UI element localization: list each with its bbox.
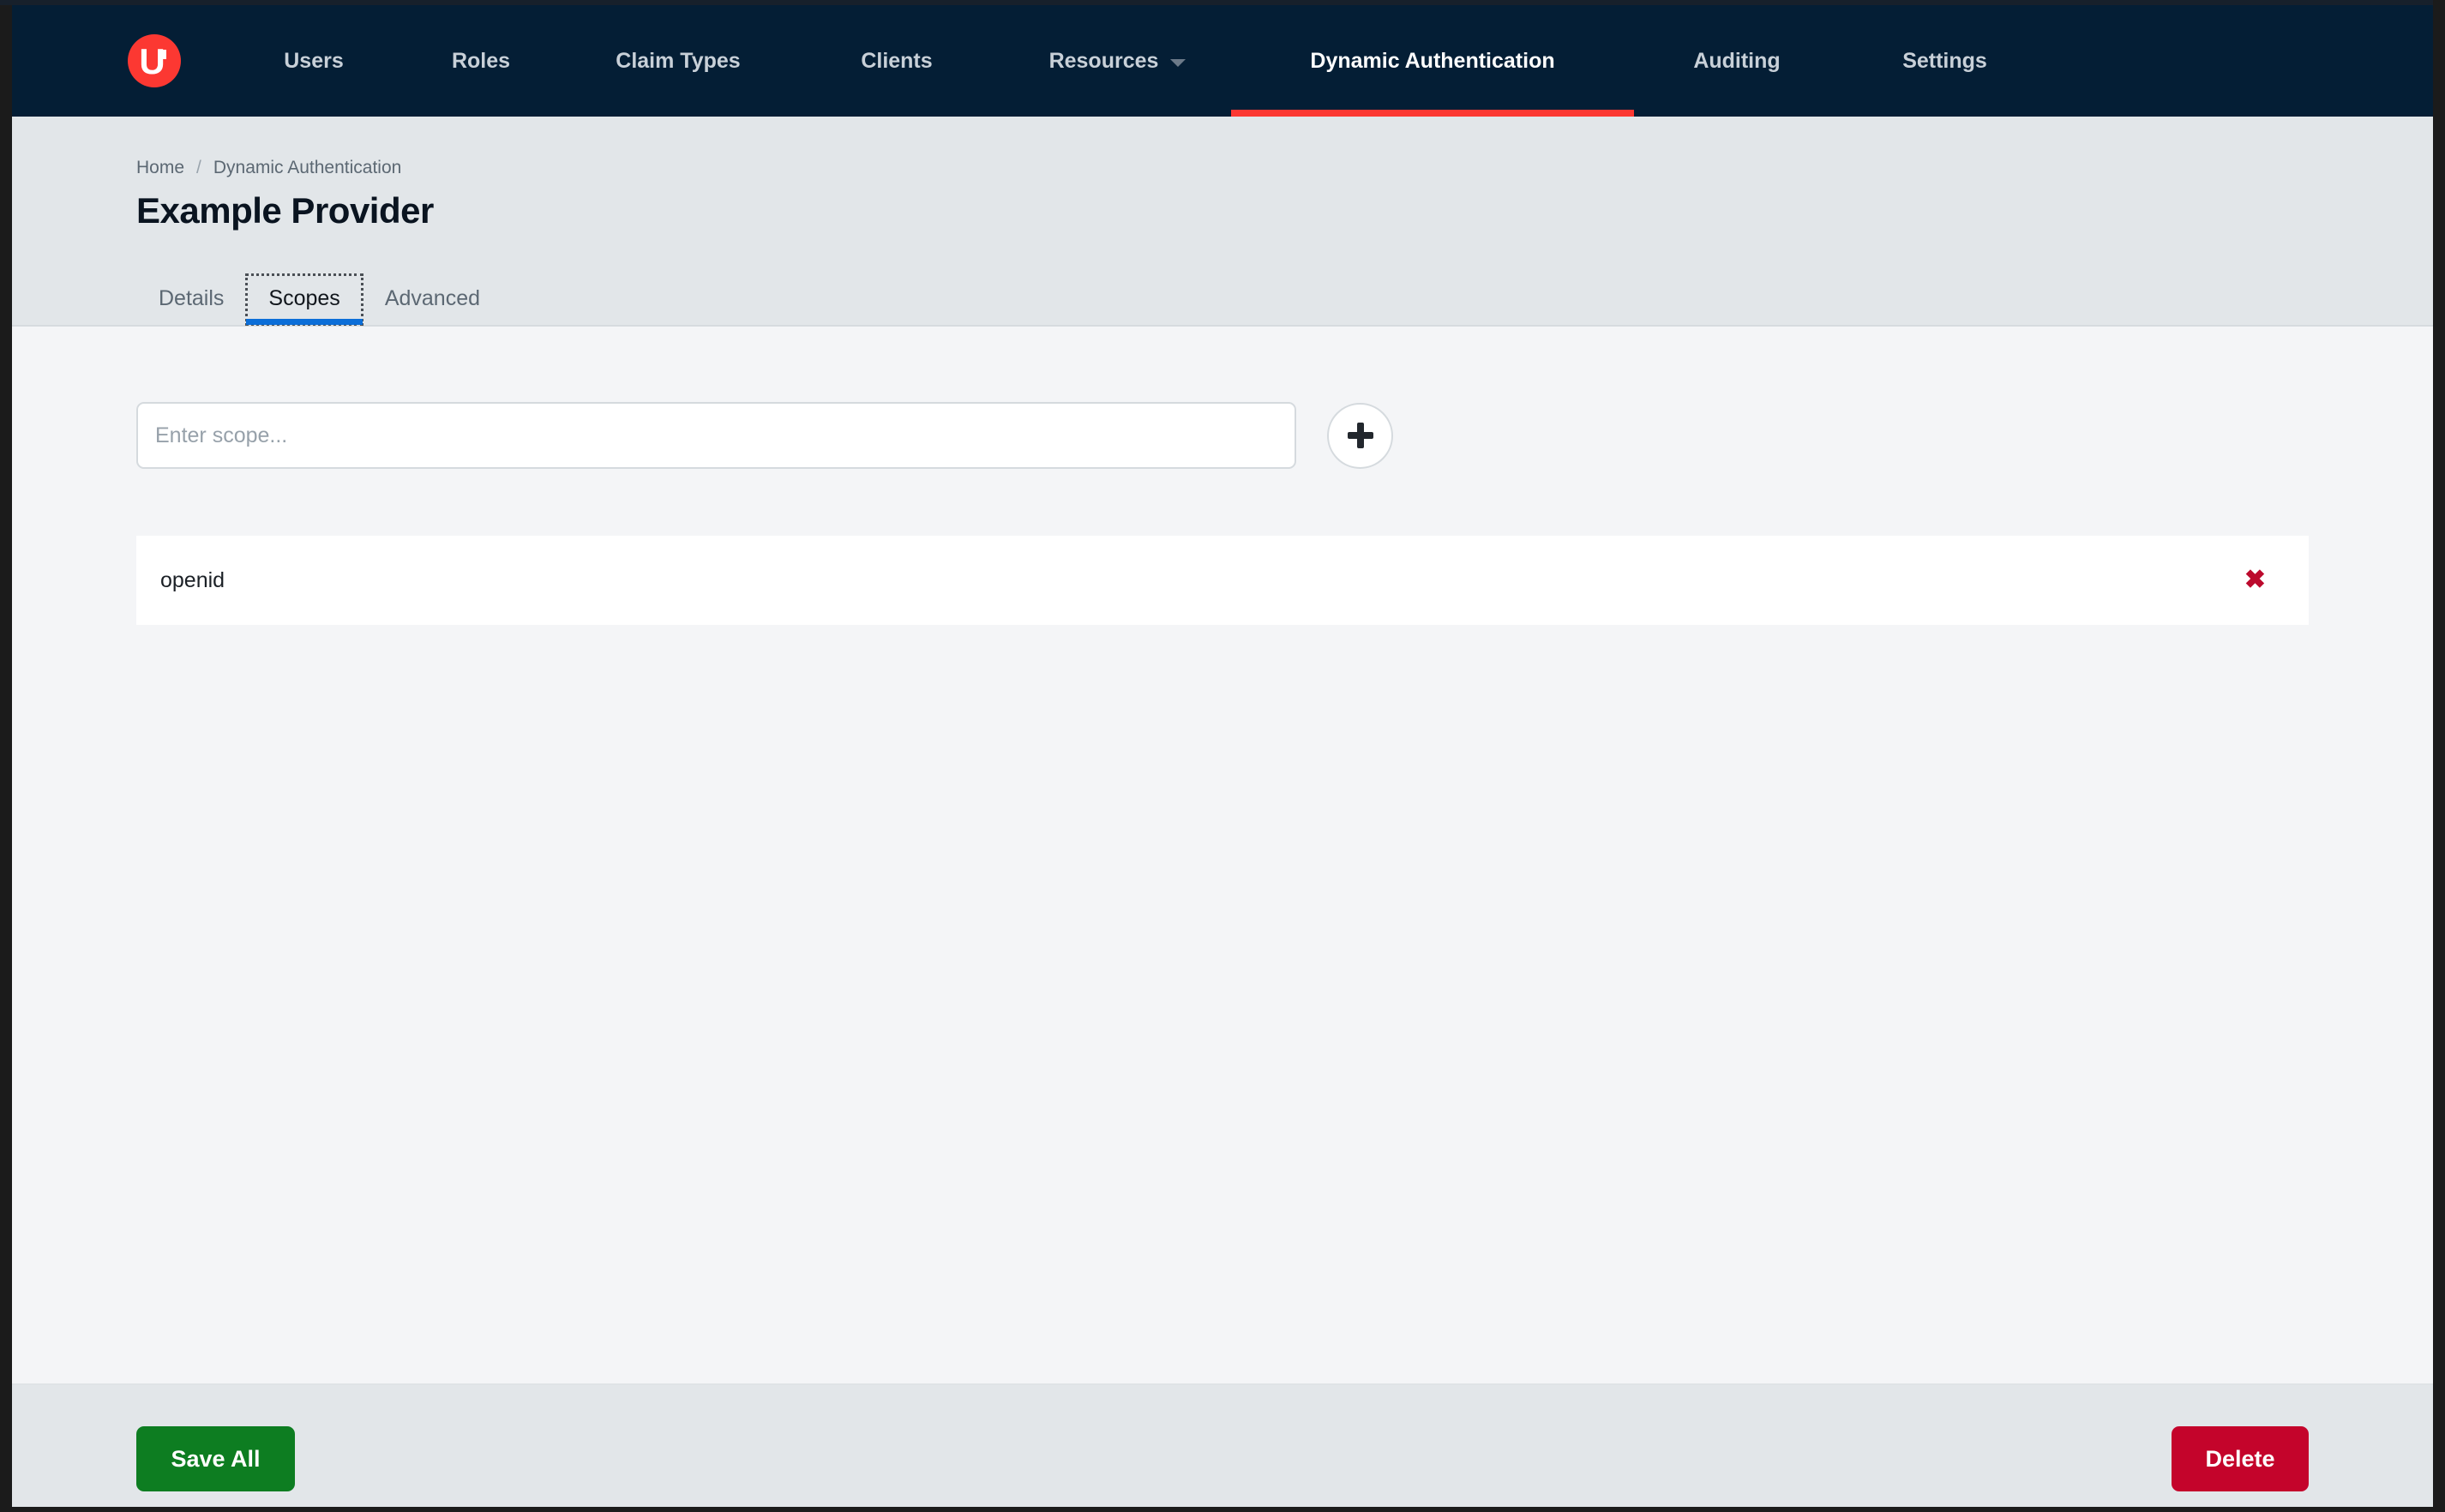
nav-item-resources[interactable]: Resources [1004, 5, 1231, 117]
nav-item-label: Roles [452, 5, 510, 117]
adminui-logo-icon[interactable]: U [128, 34, 181, 87]
main-navbar: U Users Roles Claim Types Clients Resour… [12, 5, 2433, 117]
nav-item-label: Clients [861, 5, 932, 117]
page-header: Home / Dynamic Authentication Example Pr… [12, 117, 2433, 327]
nav-item-claim-types[interactable]: Claim Types [567, 5, 790, 117]
nav-item-label: Resources [1049, 5, 1159, 117]
delete-button[interactable]: Delete [2172, 1426, 2309, 1491]
nav-item-roles[interactable]: Roles [395, 5, 567, 117]
scope-list-item[interactable]: openid ✖ [136, 536, 2309, 625]
nav-item-auditing[interactable]: Auditing [1634, 5, 1840, 117]
nav-item-label: Dynamic Authentication [1310, 5, 1554, 117]
scope-input[interactable] [136, 402, 1296, 469]
scopes-panel: openid ✖ [12, 327, 2433, 1383]
plus-icon [1348, 423, 1373, 448]
navbar-items: U Users Roles Claim Types Clients Resour… [12, 5, 2050, 117]
breadcrumb-item-home[interactable]: Home [136, 158, 184, 178]
chevron-down-icon [1170, 59, 1186, 67]
scope-list: openid ✖ [136, 536, 2309, 625]
breadcrumb-separator: / [196, 158, 201, 178]
scope-entry-row [136, 327, 2309, 469]
save-all-button[interactable]: Save All [136, 1426, 295, 1491]
nav-item-settings[interactable]: Settings [1840, 5, 2050, 117]
browser-window-frame: U Users Roles Claim Types Clients Resour… [0, 0, 2445, 1512]
nav-item-label: Claim Types [616, 5, 740, 117]
tab-advanced[interactable]: Advanced [363, 274, 502, 325]
breadcrumb-item-current[interactable]: Dynamic Authentication [213, 158, 401, 178]
page-viewport: U Users Roles Claim Types Clients Resour… [12, 5, 2433, 1507]
nav-item-label: Auditing [1693, 5, 1780, 117]
nav-item-dynamic-authentication[interactable]: Dynamic Authentication [1231, 5, 1634, 117]
nav-item-label: Settings [1902, 5, 1987, 117]
window-right-edge [2433, 0, 2445, 1512]
nav-item-clients[interactable]: Clients [790, 5, 1004, 117]
action-bar: Save All Delete [12, 1383, 2433, 1507]
window-bottom-edge [0, 1507, 2445, 1512]
add-scope-button[interactable] [1327, 403, 1393, 469]
page-title: Example Provider [136, 190, 2433, 231]
remove-scope-icon[interactable]: ✖ [2244, 567, 2266, 593]
logo-dot [159, 50, 166, 59]
tab-details[interactable]: Details [136, 274, 246, 325]
breadcrumb: Home / Dynamic Authentication [136, 117, 2433, 178]
scope-name: openid [160, 568, 225, 593]
nav-item-label: Users [284, 5, 344, 117]
nav-item-users[interactable]: Users [232, 5, 395, 117]
tab-bar: Details Scopes Advanced [136, 274, 502, 325]
tab-scopes[interactable]: Scopes [246, 274, 362, 325]
